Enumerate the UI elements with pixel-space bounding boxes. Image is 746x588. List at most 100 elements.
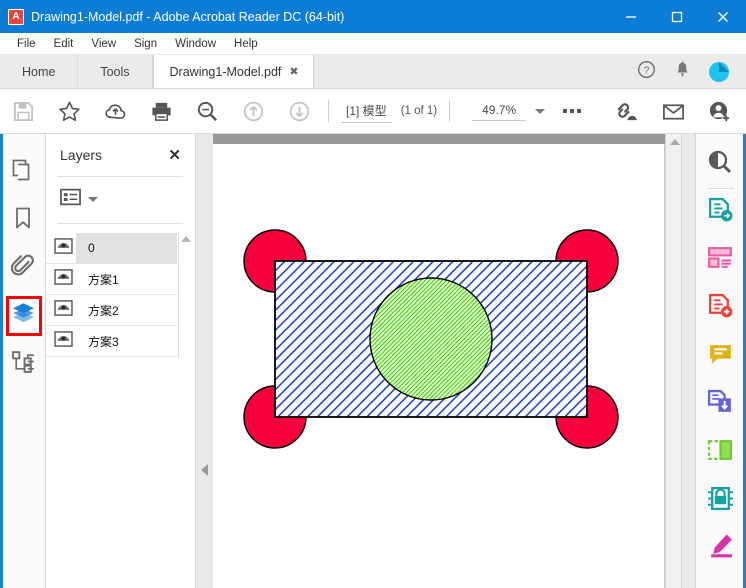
- center-green-circle: [369, 277, 493, 401]
- tool-comment[interactable]: [696, 333, 744, 381]
- star-icon[interactable]: [46, 89, 92, 134]
- tool-fill-sign[interactable]: [696, 525, 744, 573]
- nav-left-arrow[interactable]: [201, 464, 208, 476]
- layers-options-row: [46, 177, 195, 211]
- visibility-eye-icon[interactable]: [54, 268, 76, 290]
- user-avatar[interactable]: [709, 62, 729, 82]
- toolbar-divider-2: [449, 100, 451, 122]
- tab-document[interactable]: Drawing1-Model.pdf ✖: [152, 55, 314, 88]
- pdf-page: 小应 经验啦 jingyanla.com ✓: [213, 144, 665, 588]
- toolbar-right-group: [604, 89, 742, 134]
- upload-cloud-icon[interactable]: [92, 89, 138, 134]
- tool-crop-pages[interactable]: [696, 429, 744, 477]
- scroll-up-arrow[interactable]: [670, 139, 680, 145]
- page-number-field[interactable]: [1] 模型: [341, 100, 392, 123]
- list-options-icon[interactable]: [60, 188, 81, 211]
- title-bar: Drawing1-Model.pdf - Adobe Acrobat Reade…: [0, 0, 746, 33]
- vertical-scrollbar[interactable]: [665, 134, 682, 588]
- chevron-down-icon[interactable]: [535, 108, 546, 114]
- export-pdf-icon: [707, 197, 734, 229]
- compress-pdf-icon: [707, 389, 734, 421]
- tab-tools[interactable]: Tools: [78, 55, 153, 88]
- maximize-button[interactable]: [654, 0, 700, 33]
- document-canvas[interactable]: 小应 经验啦 jingyanla.com ✓: [196, 134, 695, 588]
- sidebar-item-attachments[interactable]: [0, 244, 46, 292]
- print-icon[interactable]: [138, 89, 184, 134]
- organize-pages-icon: [707, 245, 734, 277]
- visibility-eye-icon[interactable]: [54, 299, 76, 321]
- navigation-rail: [0, 134, 46, 588]
- add-person-icon[interactable]: [696, 89, 742, 134]
- email-icon[interactable]: [650, 89, 696, 134]
- tab-strip-right: ?: [637, 55, 746, 89]
- layer-name: 0: [76, 232, 177, 264]
- share-link-icon[interactable]: [604, 89, 650, 134]
- svg-text:?: ?: [644, 65, 650, 76]
- layers-list: 0 方案1 方案2 方案3: [46, 232, 195, 358]
- window-controls: [608, 0, 746, 33]
- help-circle-icon[interactable]: ?: [637, 60, 656, 84]
- menu-item-help[interactable]: Help: [225, 36, 267, 52]
- menu-item-edit[interactable]: Edit: [45, 36, 83, 52]
- scroll-up-arrow[interactable]: [181, 236, 191, 242]
- toolbar-divider: [328, 100, 329, 122]
- attachments-icon: [10, 254, 35, 283]
- menu-item-window[interactable]: Window: [166, 36, 225, 52]
- page-top-edge: [213, 134, 665, 144]
- layers-panel-title: Layers: [60, 147, 103, 163]
- bookmarks-icon: [13, 206, 33, 235]
- menu-item-sign[interactable]: Sign: [125, 36, 166, 52]
- layer-name: 方案1: [88, 272, 119, 287]
- layer-name: 方案3: [88, 334, 119, 349]
- tab-strip: Home Tools Drawing1-Model.pdf ✖ ?: [0, 55, 746, 89]
- list-item[interactable]: 方案1: [46, 264, 177, 295]
- next-page-icon[interactable]: [276, 89, 322, 134]
- tool-compress-pdf[interactable]: [696, 381, 744, 429]
- close-icon[interactable]: ✕: [168, 148, 181, 163]
- list-item[interactable]: 方案3: [46, 326, 177, 357]
- page-count-label: (1 of 1): [400, 105, 438, 117]
- pdf-file-icon: [8, 8, 24, 26]
- save-icon[interactable]: [0, 89, 46, 134]
- tool-create-pdf[interactable]: [696, 285, 744, 333]
- page-navigator: [1] 模型 (1 of 1): [341, 100, 437, 123]
- tab-home[interactable]: Home: [0, 55, 79, 88]
- window-title: Drawing1-Model.pdf - Adobe Acrobat Reade…: [31, 9, 345, 24]
- zoom-value-field[interactable]: 49.7%: [472, 101, 527, 121]
- tool-protect-pdf[interactable]: [696, 477, 744, 525]
- sidebar-item-layers[interactable]: [0, 292, 46, 340]
- bell-icon[interactable]: [674, 60, 691, 84]
- tool-organize-pages[interactable]: [696, 237, 744, 285]
- tool-export-pdf[interactable]: [696, 189, 744, 237]
- page-thumbnails-icon: [11, 158, 35, 187]
- visibility-eye-icon[interactable]: [54, 237, 76, 259]
- menu-item-file[interactable]: File: [8, 36, 45, 52]
- sidebar-item-page-thumbnails[interactable]: [0, 148, 46, 196]
- create-pdf-icon: [707, 293, 734, 325]
- sidebar-item-content-tree[interactable]: [0, 340, 46, 388]
- close-icon[interactable]: ✖: [289, 65, 298, 78]
- layers-panel-header: Layers ✕: [46, 134, 195, 163]
- list-item[interactable]: 方案2: [46, 295, 177, 326]
- menu-item-view[interactable]: View: [82, 36, 125, 52]
- more-tools-button[interactable]: [563, 109, 582, 113]
- divider-2: [58, 223, 183, 224]
- layers-scrollbar[interactable]: [178, 233, 191, 358]
- minimize-button[interactable]: [608, 0, 654, 33]
- zoom-control: 49.7%: [472, 101, 546, 121]
- list-item[interactable]: 0: [46, 232, 177, 264]
- comment-icon: [707, 341, 734, 373]
- acrobat-reader-window: Drawing1-Model.pdf - Adobe Acrobat Reade…: [0, 0, 746, 588]
- sidebar-item-bookmarks[interactable]: [0, 196, 46, 244]
- structure-tree-icon: [11, 349, 36, 379]
- close-button[interactable]: [700, 0, 746, 33]
- tool-search[interactable]: [696, 140, 744, 188]
- tools-rail: [695, 134, 746, 588]
- previous-page-icon[interactable]: [230, 89, 276, 134]
- fill-sign-icon: [707, 533, 734, 565]
- chevron-down-icon[interactable]: [88, 197, 98, 202]
- crop-pages-icon: [707, 437, 734, 469]
- zoom-search-icon[interactable]: [184, 89, 230, 134]
- menu-bar: File Edit View Sign Window Help: [0, 33, 746, 55]
- visibility-eye-icon[interactable]: [54, 330, 76, 352]
